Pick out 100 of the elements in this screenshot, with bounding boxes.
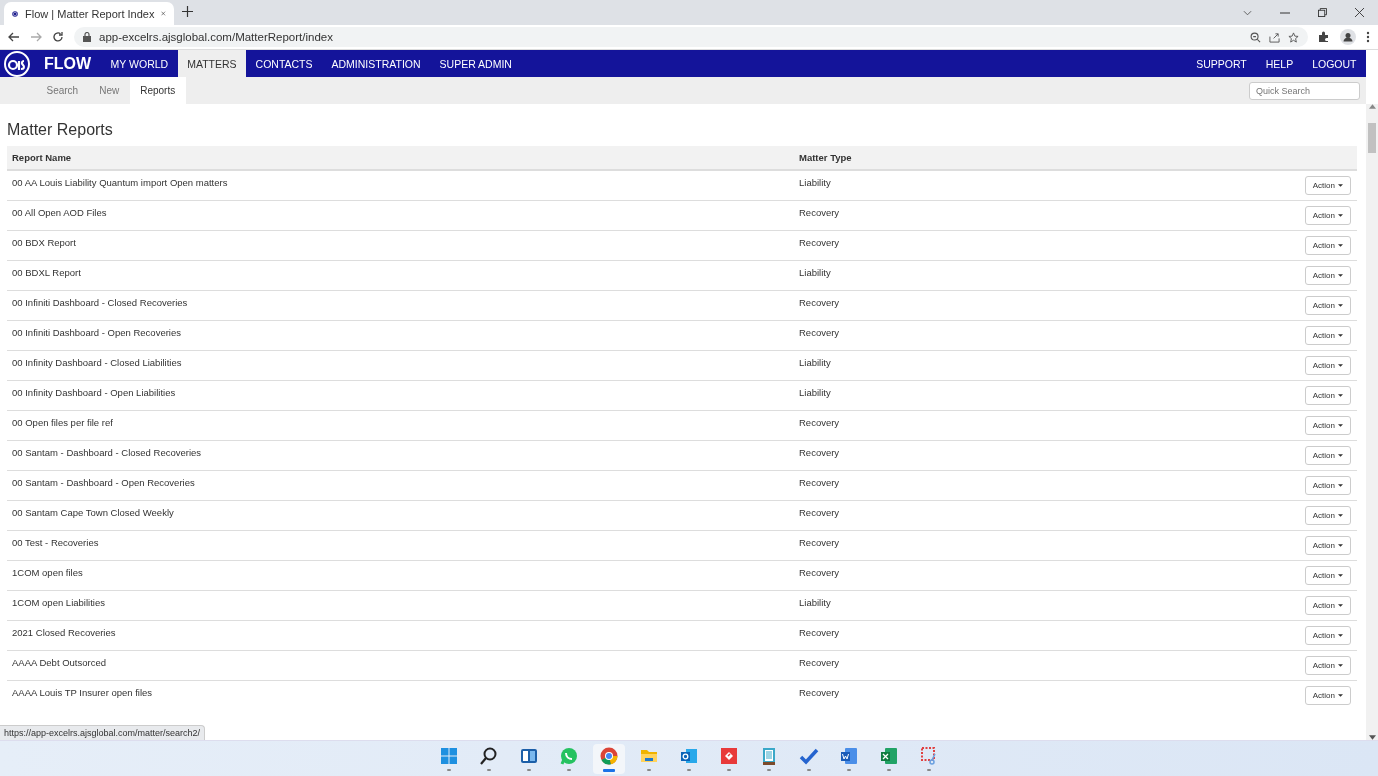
matter-type: Recovery [794, 650, 1089, 680]
matter-type: Recovery [794, 560, 1089, 590]
action-dropdown-button[interactable]: Action [1304, 535, 1351, 555]
sub-tab[interactable]: Search [36, 77, 89, 104]
minimize-icon[interactable] [1280, 11, 1290, 14]
nav-tab[interactable]: MATTERS [177, 50, 247, 77]
mail-app-icon[interactable] [679, 746, 699, 766]
action-dropdown-button[interactable]: Action [1304, 445, 1351, 465]
scrollbar[interactable] [1366, 104, 1378, 740]
action-dropdown-button[interactable]: Action [1304, 235, 1351, 255]
action-dropdown-button[interactable]: Action [1304, 385, 1351, 405]
column-header: Report Name [7, 146, 794, 170]
snipping-tool-icon[interactable] [919, 746, 939, 766]
nav-tab[interactable]: MY WORLD [101, 50, 178, 77]
back-arrow-icon[interactable] [8, 31, 20, 43]
matter-type: Recovery [794, 500, 1089, 530]
nav-tab[interactable]: SUPER ADMIN [430, 50, 522, 77]
restore-icon[interactable] [1318, 8, 1327, 17]
checkmark-icon[interactable] [799, 746, 819, 766]
action-dropdown-button[interactable]: Action [1304, 325, 1351, 345]
more-menu-icon[interactable] [1366, 31, 1370, 43]
caret-icon [1338, 423, 1343, 427]
scrollbar-thumb[interactable] [1368, 123, 1376, 153]
action-dropdown-button[interactable]: Action [1304, 505, 1351, 525]
action-dropdown-button[interactable]: Action [1304, 295, 1351, 315]
caret-icon [1338, 663, 1343, 667]
caret-icon [1338, 453, 1343, 457]
matter-type: Recovery [794, 440, 1089, 470]
report-name: AAAA Debt Outsorced [7, 650, 794, 680]
caret-icon [1338, 693, 1343, 697]
matter-type: Recovery [794, 320, 1089, 350]
puzzle-piece-icon[interactable] [1318, 31, 1330, 43]
caret-icon [1338, 573, 1343, 577]
caret-icon [1338, 363, 1343, 367]
new-tab-plus-icon[interactable] [182, 5, 193, 17]
profile-avatar-icon[interactable] [1340, 29, 1356, 45]
scroll-up-icon[interactable] [1368, 104, 1376, 109]
caret-icon [1338, 303, 1343, 307]
report-name: 00 Test - Recoveries [7, 530, 794, 560]
reload-icon[interactable] [52, 31, 64, 43]
nav-link[interactable]: SUPPORT [1186, 50, 1257, 77]
report-name: 00 Santam - Dashboard - Open Recoveries [7, 470, 794, 500]
caret-icon [1338, 543, 1343, 547]
report-name: AAAA Louis TP Insurer open files [7, 680, 794, 710]
report-name: 00 Infiniti Dashboard - Closed Recoveries [7, 290, 794, 320]
nav-tab[interactable]: CONTACTS [246, 50, 323, 77]
matter-type: Recovery [794, 410, 1089, 440]
caret-icon [1338, 603, 1343, 607]
caret-icon [1338, 184, 1343, 187]
sub-tab[interactable]: Reports [129, 77, 186, 104]
browser-tab[interactable]: Flow | Matter Report Index [4, 2, 174, 25]
status-url-tooltip: https://app-excelrs.ajsglobal.com/matter/search2/ [0, 725, 206, 740]
nav-link[interactable]: HELP [1256, 50, 1303, 77]
widgets-panel-icon[interactable] [519, 746, 539, 766]
action-dropdown-button[interactable]: Action [1304, 355, 1351, 375]
matter-type: Liability [794, 590, 1089, 620]
sub-tab[interactable]: New [88, 77, 130, 104]
browser-icon[interactable] [599, 745, 619, 766]
action-dropdown-button[interactable]: Action [1304, 655, 1351, 675]
report-name: 2021 Closed Recoveries [7, 620, 794, 650]
action-dropdown-button[interactable]: Action [1304, 265, 1351, 285]
report-name: 00 Infinity Dashboard - Closed Liabilities [7, 350, 794, 380]
brand-name: FLOW [44, 54, 92, 73]
action-dropdown-button[interactable]: Action [1304, 625, 1351, 645]
matter-type: Recovery [794, 680, 1089, 710]
nav-tab[interactable]: ADMINISTRATION [322, 50, 431, 77]
quick-search-field[interactable]: Quick Search [1249, 81, 1360, 100]
matter-type: Liability [794, 260, 1089, 290]
address-bar[interactable]: app-excelrs.ajsglobal.com/MatterReport/index [74, 27, 1308, 47]
action-dropdown-button[interactable]: Action [1304, 565, 1351, 585]
nav-link[interactable]: LOGOUT [1302, 50, 1366, 77]
action-dropdown-button[interactable]: Action [1304, 685, 1351, 705]
lock-icon [83, 32, 91, 42]
report-name: 1COM open files [7, 560, 794, 590]
action-dropdown-button[interactable]: Action [1304, 205, 1351, 225]
windows-start-icon[interactable] [439, 746, 459, 766]
share-icon[interactable] [1269, 31, 1280, 43]
caret-icon [1338, 483, 1343, 487]
caret-icon [1338, 333, 1343, 337]
matter-type: Recovery [794, 290, 1089, 320]
matter-type: Liability [794, 170, 1089, 200]
report-name: 00 Infiniti Dashboard - Open Recoveries [7, 320, 794, 350]
caret-icon [1338, 633, 1343, 637]
tab-title: Flow | Matter Report Index [25, 7, 155, 20]
action-dropdown-button[interactable]: Action [1304, 595, 1351, 615]
action-dropdown-button[interactable]: Action [1304, 415, 1351, 435]
page-heading: Matter Reports [7, 121, 114, 139]
matter-type: Recovery [794, 470, 1089, 500]
remote-app-icon[interactable] [719, 746, 739, 766]
spreadsheet-icon[interactable] [879, 746, 899, 766]
report-name: 00 BDX Report [7, 230, 794, 260]
close-icon[interactable] [1355, 8, 1364, 17]
star-icon[interactable] [1288, 31, 1299, 43]
action-dropdown-button[interactable]: Action [1304, 176, 1351, 195]
zoom-icon[interactable] [1250, 31, 1261, 43]
action-dropdown-button[interactable]: Action [1304, 475, 1351, 495]
word-document-icon[interactable] [839, 746, 859, 766]
chevron-down-icon[interactable] [1243, 9, 1252, 16]
search-icon[interactable] [479, 746, 499, 766]
url-text: app-excelrs.ajsglobal.com/MatterReport/index [99, 31, 334, 43]
